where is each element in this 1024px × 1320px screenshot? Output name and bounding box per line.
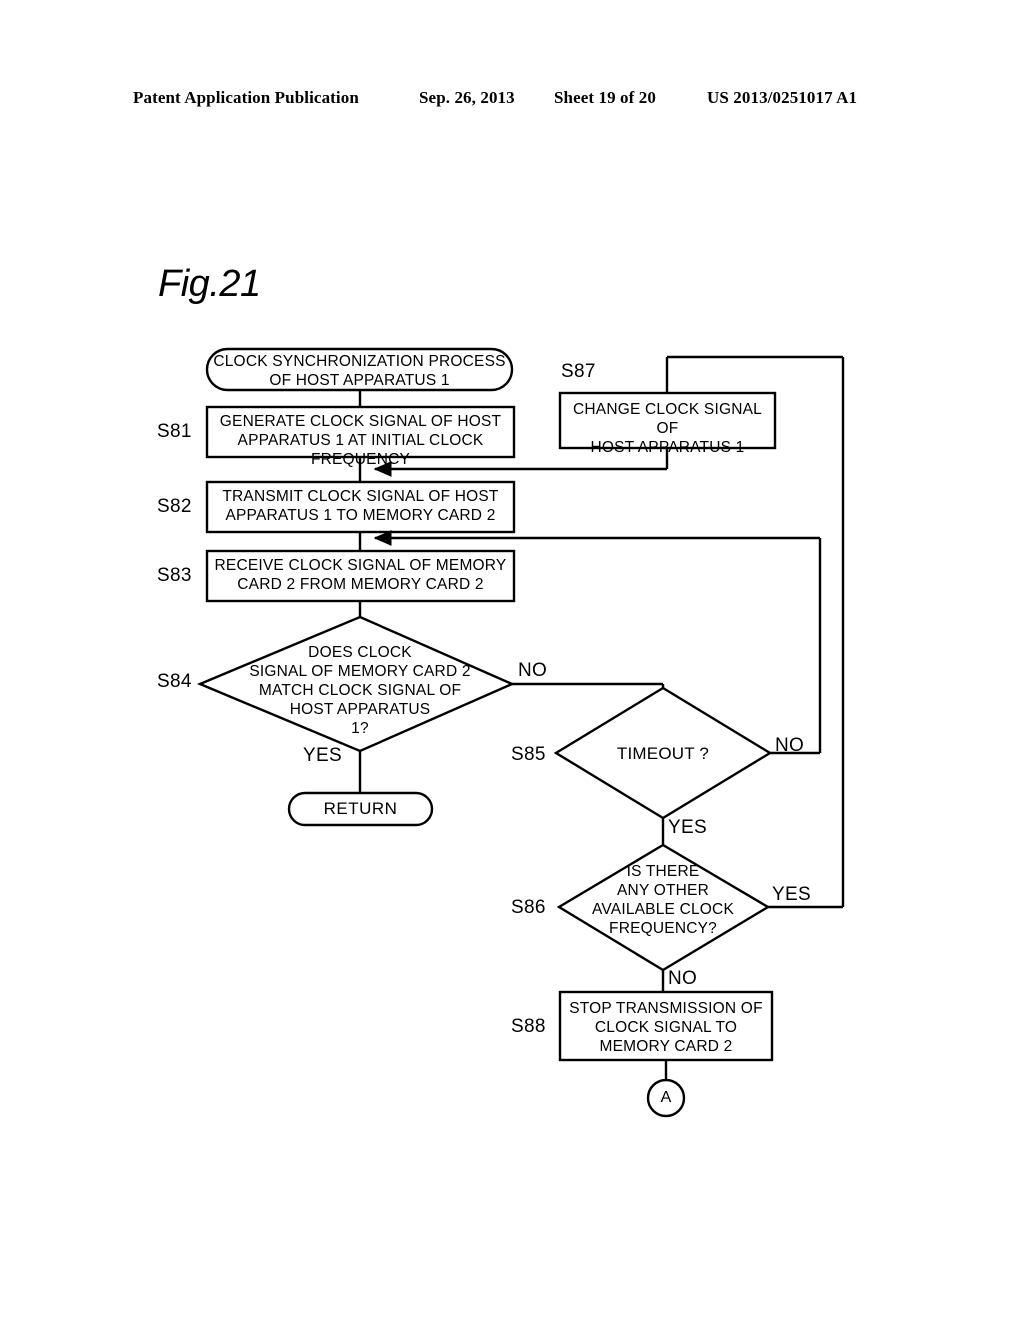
s82-box-shape	[205, 480, 516, 534]
s87-box-shape	[558, 391, 777, 450]
s84-diamond-shape	[196, 615, 515, 753]
s81-box-shape	[205, 405, 516, 459]
s84-yes-label: YES	[303, 745, 342, 766]
s86-yes-label: YES	[772, 884, 811, 905]
s88-box-shape	[558, 990, 774, 1062]
s84-step-label: S84	[157, 671, 192, 692]
s85-diamond-shape	[553, 686, 773, 820]
connector-a-text: A	[660, 1089, 672, 1106]
s83-box-shape	[205, 549, 516, 603]
start-terminal-shape	[205, 347, 514, 392]
s88-step-label: S88	[511, 1016, 546, 1037]
flowchart-canvas	[196, 347, 845, 1118]
s86-no-label: NO	[668, 968, 698, 989]
s86-step-label: S86	[511, 897, 546, 918]
s87-step-label: S87	[561, 361, 596, 382]
s84-no-label: NO	[518, 660, 548, 681]
s86-diamond-shape	[556, 843, 771, 972]
s81-step-label: S81	[157, 421, 192, 442]
s82-step-label: S82	[157, 496, 192, 517]
s85-yes-label: YES	[668, 817, 707, 838]
s85-no-label: NO	[775, 735, 805, 756]
return-terminal-text: RETURN	[323, 799, 398, 818]
s85-step-label: S85	[511, 744, 546, 765]
flowchart-diagram: CLOCK SYNCHRONIZATION PROCESS OF HOST AP…	[0, 0, 1024, 1320]
s83-step-label: S83	[157, 565, 192, 586]
